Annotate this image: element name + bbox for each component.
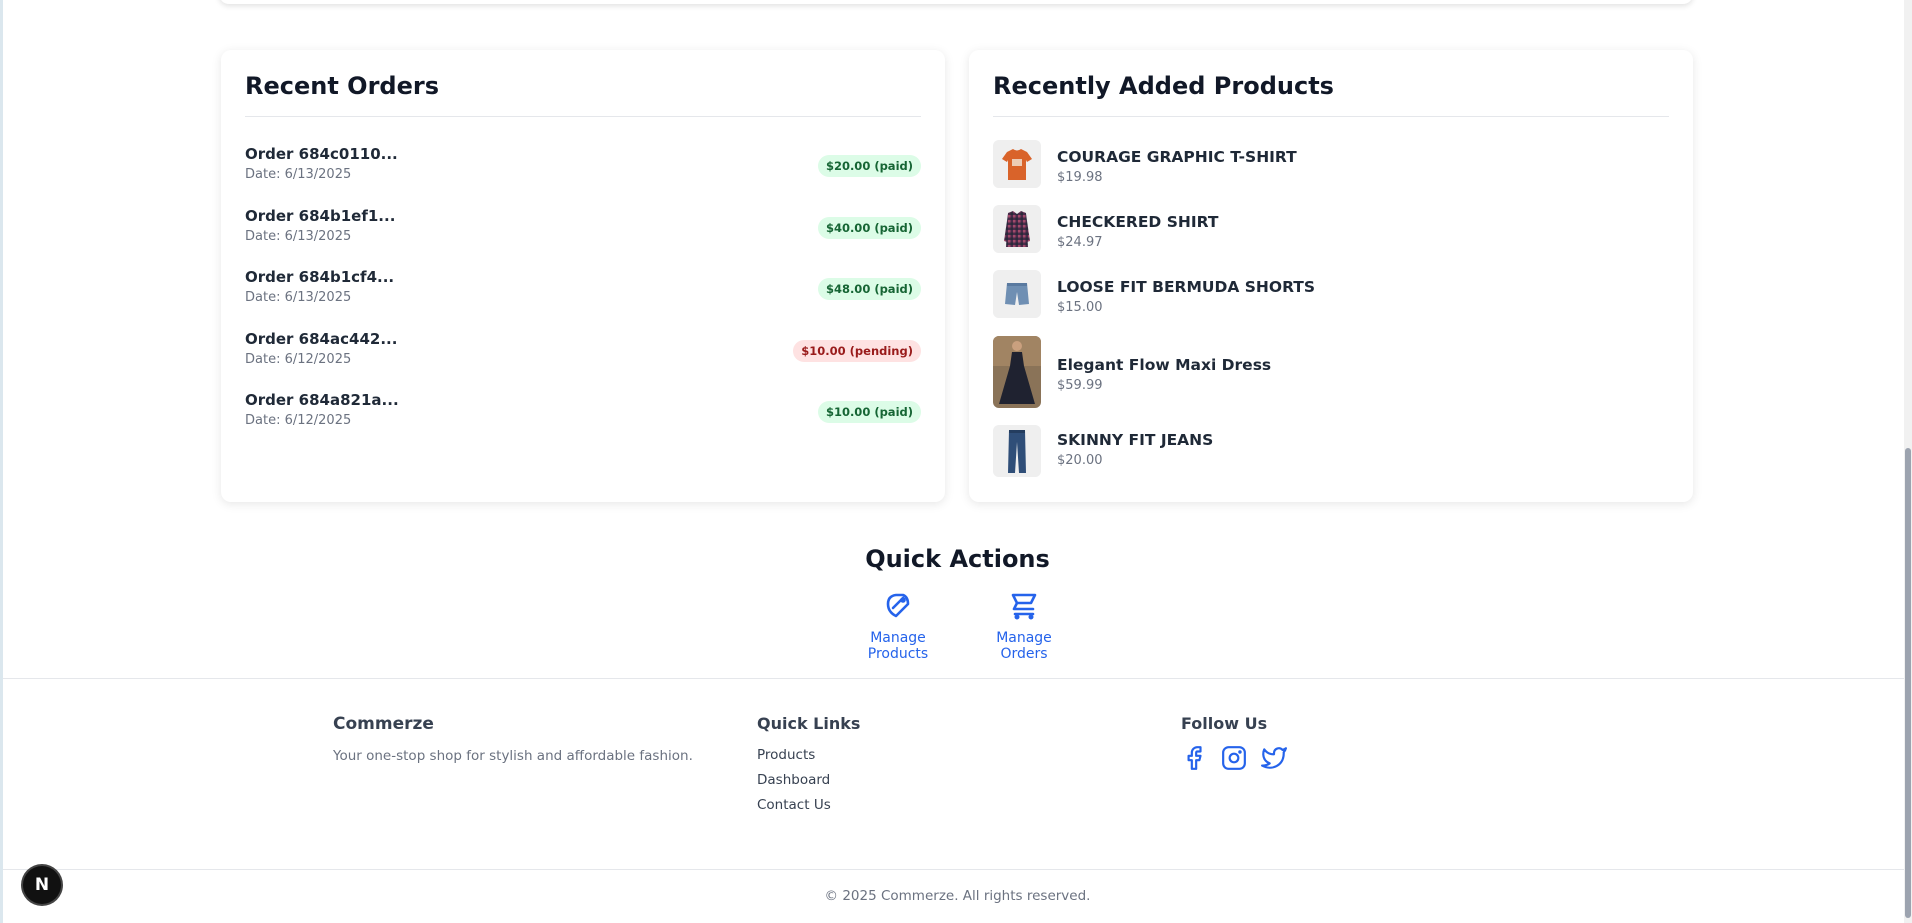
brand-name: Commerze xyxy=(333,714,434,734)
recent-orders-card: Recent Orders Order 684c0110... Date: 6/… xyxy=(221,50,945,502)
product-price: $19.98 xyxy=(1057,170,1103,185)
product-name: Elegant Flow Maxi Dress xyxy=(1057,356,1272,374)
manage-orders-link[interactable]: Manage Orders xyxy=(973,590,1075,662)
order-row[interactable]: Order 684b1cf4... Date: 6/13/2025 $48.00… xyxy=(245,268,921,316)
recent-products-card: Recently Added Products COURAGE GRAPHIC … xyxy=(969,50,1693,502)
quick-actions-title: Quick Actions xyxy=(865,545,1050,573)
footer-follow: Follow Us xyxy=(1181,714,1287,771)
order-row[interactable]: Order 684c0110... Date: 6/13/2025 $20.00… xyxy=(245,145,921,193)
status-badge: $20.00 (paid) xyxy=(817,155,921,177)
blue-jeans-image xyxy=(993,425,1041,477)
product-name: CHECKERED SHIRT xyxy=(1057,213,1219,231)
twitter-icon[interactable] xyxy=(1261,745,1287,771)
status-badge: $10.00 (pending) xyxy=(793,340,921,362)
product-price: $24.97 xyxy=(1057,235,1103,250)
order-row[interactable]: Order 684ac442... Date: 6/12/2025 $10.00… xyxy=(245,330,921,378)
copyright-text: © 2025 Commerze. All rights reserved. xyxy=(824,888,1091,904)
product-name: COURAGE GRAPHIC T-SHIRT xyxy=(1057,148,1297,166)
product-name: LOOSE FIT BERMUDA SHORTS xyxy=(1057,278,1316,296)
stats-card-bottom-edge xyxy=(219,0,1693,4)
status-badge: $48.00 (paid) xyxy=(817,278,921,300)
orange-tshirt-image xyxy=(993,140,1041,188)
status-badge: $10.00 (paid) xyxy=(817,401,921,423)
manage-orders-label: Manage Orders xyxy=(996,630,1052,662)
brand-tagline: Your one-stop shop for stylish and affor… xyxy=(333,748,693,764)
manage-products-label: Manage Products xyxy=(867,630,929,662)
tag-icon xyxy=(841,590,955,624)
order-row[interactable]: Order 684a821a... Date: 6/12/2025 $10.00… xyxy=(245,391,921,439)
shopping-cart-icon xyxy=(973,590,1075,624)
dev-tools-badge[interactable]: N xyxy=(23,866,61,904)
recent-products-title: Recently Added Products xyxy=(993,72,1669,117)
quick-links-title: Quick Links xyxy=(757,714,861,733)
footer-link-products[interactable]: Products xyxy=(757,747,860,763)
scrollbar-thumb[interactable] xyxy=(1905,448,1911,918)
facebook-icon[interactable] xyxy=(1181,745,1207,771)
footer-link-contact[interactable]: Contact Us xyxy=(757,797,860,813)
instagram-icon[interactable] xyxy=(1221,745,1247,771)
social-links xyxy=(1181,745,1287,771)
status-badge: $40.00 (paid) xyxy=(817,217,921,239)
product-price: $15.00 xyxy=(1057,300,1103,315)
order-row[interactable]: Order 684b1ef1... Date: 6/13/2025 $40.00… xyxy=(245,207,921,255)
denim-shorts-image xyxy=(993,270,1041,318)
manage-products-link[interactable]: Manage Products xyxy=(841,590,955,662)
product-name: SKINNY FIT JEANS xyxy=(1057,431,1214,449)
follow-us-title: Follow Us xyxy=(1181,714,1268,733)
footer-quick-links: Quick Links Products Dashboard Contact U… xyxy=(757,714,860,813)
checkered-shirt-image xyxy=(993,205,1041,253)
black-maxi-dress-image xyxy=(993,336,1041,408)
footer-divider xyxy=(3,678,1912,679)
product-price: $20.00 xyxy=(1057,453,1103,468)
footer-brand: Commerze Your one-stop shop for stylish … xyxy=(333,714,693,764)
page-scrollbar[interactable] xyxy=(1904,0,1912,923)
copyright-divider xyxy=(3,869,1912,870)
footer-link-dashboard[interactable]: Dashboard xyxy=(757,772,860,788)
product-price: $59.99 xyxy=(1057,378,1103,393)
recent-orders-title: Recent Orders xyxy=(245,72,921,117)
